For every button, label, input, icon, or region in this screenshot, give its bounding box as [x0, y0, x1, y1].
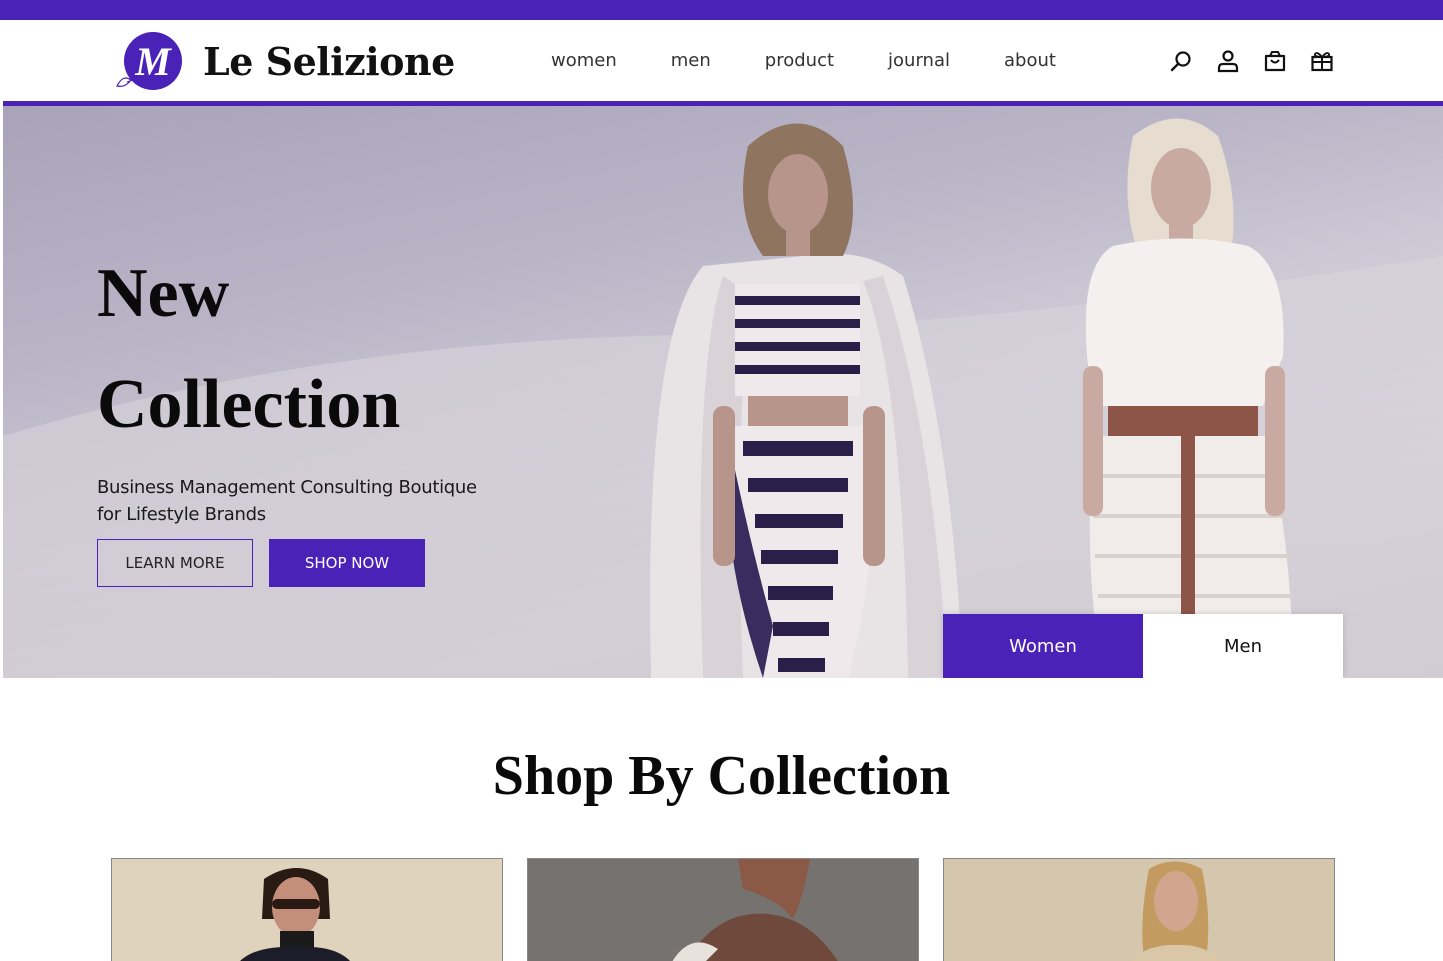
header-icons [1168, 48, 1356, 74]
hero-banner: New Collection Business Management Consu… [3, 106, 1443, 678]
site-header: M Le Selizione women men product journal… [3, 20, 1443, 106]
tab-men[interactable]: Men [1143, 614, 1343, 678]
nav-item-women[interactable]: women [551, 50, 617, 71]
hero-subtitle: Business Management Consulting Boutique … [97, 477, 477, 525]
nav-item-about[interactable]: about [1004, 50, 1056, 71]
main-nav: women men product journal about [551, 50, 1110, 71]
top-accent-bar [0, 0, 1443, 20]
collection-image-woman-sunglasses [112, 859, 502, 961]
hero-title-line1: New [97, 255, 230, 332]
tab-women[interactable]: Women [943, 614, 1143, 678]
shop-by-collection-heading: Shop By Collection [492, 745, 951, 807]
gift-icon[interactable] [1309, 48, 1335, 74]
learn-more-button[interactable]: LEARN MORE [97, 539, 253, 587]
collection-image-model-fur [528, 859, 918, 961]
gender-tabs: Women Men [943, 614, 1343, 678]
nav-item-men[interactable]: men [671, 50, 711, 71]
hero-title-line2: Collection [97, 366, 401, 443]
collection-card[interactable] [943, 858, 1335, 961]
collection-card[interactable] [111, 858, 503, 961]
shop-now-button[interactable]: SHOP NOW [269, 539, 425, 587]
nav-item-journal[interactable]: journal [888, 50, 950, 71]
brand-logo-icon: M [113, 30, 185, 92]
collection-card[interactable] [527, 858, 919, 961]
shopping-bag-icon[interactable] [1262, 48, 1288, 74]
nav-item-product[interactable]: product [765, 50, 834, 71]
collection-image-model-blazer [944, 859, 1334, 961]
search-icon[interactable] [1168, 48, 1194, 74]
brand-name: Le Selizione [203, 38, 455, 84]
brand-logo-link[interactable]: M Le Selizione [113, 30, 455, 92]
user-icon[interactable] [1215, 48, 1241, 74]
